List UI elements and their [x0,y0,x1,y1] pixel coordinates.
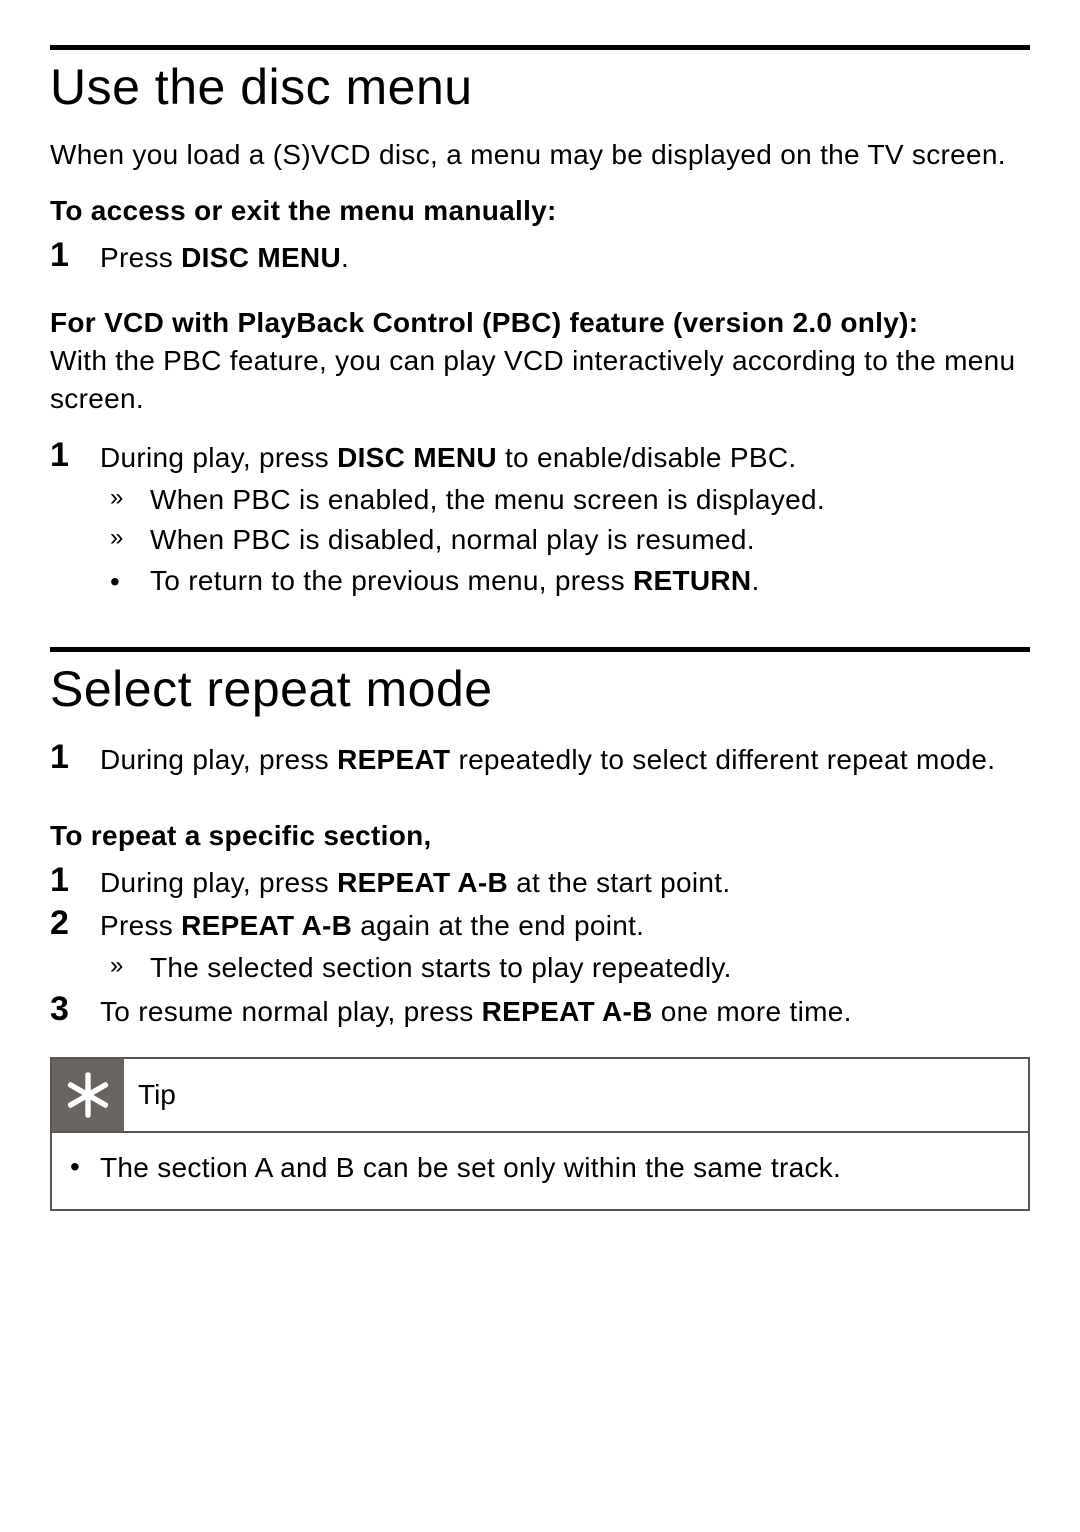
text: Press [100,242,181,273]
subheading-bold: For VCD with PlayBack Control (PBC) feat… [50,307,918,338]
text: repeatedly to select different repeat mo… [450,744,995,775]
sub-list: » The selected section starts to play re… [100,949,1030,987]
step-item: 1 Press DISC MENU. [50,236,1030,277]
text: With the PBC feature, you can play VCD i… [50,345,1015,414]
step-item: 2 Press REPEAT A-B again at the end poin… [50,904,1030,945]
text: Press [100,910,181,941]
button-name: DISC MENU [181,242,341,273]
intro-paragraph: When you load a (S)VCD disc, a menu may … [50,136,1030,174]
step-number: 1 [50,236,100,275]
text: one more time. [653,996,852,1027]
sub-text: When PBC is enabled, the menu screen is … [150,481,1030,519]
sub-text: When PBC is disabled, normal play is res… [150,521,1030,559]
step-text: To resume normal play, press REPEAT A-B … [100,990,1030,1031]
step-text: Press DISC MENU. [100,236,1030,277]
arrow-bullet-icon: » [100,521,150,555]
sub-item: » The selected section starts to play re… [100,949,1030,987]
step-number: 3 [50,990,100,1029]
step-text: Press REPEAT A-B again at the end point. [100,904,1030,945]
text: to enable/disable PBC. [497,442,797,473]
step-number: 1 [50,436,100,475]
button-name: REPEAT [337,744,450,775]
step-list: 1 Press DISC MENU. [50,236,1030,277]
tip-text: The section A and B can be set only with… [100,1149,1016,1187]
sub-item: » When PBC is disabled, normal play is r… [100,521,1030,559]
step-item: 1 During play, press REPEAT repeatedly t… [50,738,1030,779]
step-text: During play, press REPEAT repeatedly to … [100,738,1030,779]
button-name: REPEAT A-B [181,910,352,941]
step-number: 1 [50,861,100,900]
text: During play, press [100,442,337,473]
step-list: 1 During play, press REPEAT A-B at the s… [50,861,1030,1031]
text: at the start point. [508,867,730,898]
bullet-icon: • [64,1149,100,1185]
step-number: 1 [50,738,100,777]
sub-text: The selected section starts to play repe… [150,949,1030,987]
section-heading: Select repeat mode [50,660,1030,718]
text: During play, press [100,744,337,775]
tip-asterisk-icon [52,1059,124,1131]
tip-box: Tip • The section A and B can be set onl… [50,1057,1030,1211]
document-page: Use the disc menu When you load a (S)VCD… [0,0,1080,1532]
bullet-icon: • [100,562,150,601]
text: During play, press [100,867,337,898]
button-name: RETURN [633,565,751,596]
tip-body: • The section A and B can be set only wi… [52,1133,1028,1209]
text: again at the end point. [352,910,644,941]
divider [50,647,1030,652]
sub-list: » When PBC is enabled, the menu screen i… [100,481,1030,602]
tip-header: Tip [52,1059,1028,1133]
text: . [341,242,349,273]
subheading: To access or exit the menu manually: [50,192,1030,230]
arrow-bullet-icon: » [100,949,150,983]
tip-label: Tip [124,1079,176,1111]
step-item: 1 During play, press REPEAT A-B at the s… [50,861,1030,902]
arrow-bullet-icon: » [100,481,150,515]
sub-item: » When PBC is enabled, the menu screen i… [100,481,1030,519]
step-text: During play, press DISC MENU to enable/d… [100,436,1030,477]
button-name: REPEAT A-B [482,996,653,1027]
sub-text: To return to the previous menu, press RE… [150,562,1030,600]
text: To return to the previous menu, press [150,565,633,596]
subheading-paragraph: For VCD with PlayBack Control (PBC) feat… [50,304,1030,417]
step-list: 1 During play, press REPEAT repeatedly t… [50,738,1030,779]
step-item: 3 To resume normal play, press REPEAT A-… [50,990,1030,1031]
step-number: 2 [50,904,100,943]
sub-item: • To return to the previous menu, press … [100,562,1030,601]
step-text: During play, press REPEAT A-B at the sta… [100,861,1030,902]
button-name: DISC MENU [337,442,497,473]
section-heading: Use the disc menu [50,58,1030,116]
step-list: 1 During play, press DISC MENU to enable… [50,436,1030,602]
text: . [751,565,759,596]
subheading: To repeat a specific section, [50,817,1030,855]
text: To resume normal play, press [100,996,482,1027]
button-name: REPEAT A-B [337,867,508,898]
divider [50,45,1030,50]
step-item: 1 During play, press DISC MENU to enable… [50,436,1030,477]
